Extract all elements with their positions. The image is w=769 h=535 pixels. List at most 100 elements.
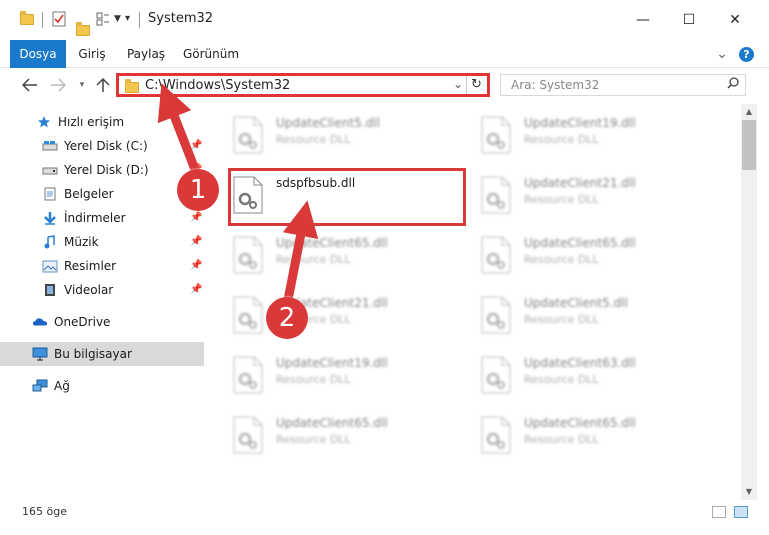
pictures-icon [42, 259, 58, 273]
sidebar-item-downloads[interactable]: İndirmeler 📌 [0, 206, 204, 230]
sidebar-item-drive-c[interactable]: Yerel Disk (C:) 📌 [0, 134, 204, 158]
vertical-scrollbar[interactable]: ▲ ▼ [741, 104, 757, 500]
documents-icon [42, 187, 58, 201]
this-pc-icon [32, 347, 48, 361]
recent-locations-icon[interactable]: ▾ [71, 74, 93, 96]
star-icon [36, 115, 52, 129]
dll-file-icon [233, 236, 263, 274]
dll-file-icon [233, 296, 263, 334]
file-type: Resource DLL [524, 373, 599, 386]
scroll-up-icon[interactable]: ▲ [741, 104, 757, 120]
file-item[interactable]: UpdateClient21.dll Resource DLL [478, 170, 698, 222]
sidebar-item-quick-access[interactable]: Hızlı erişim [0, 110, 204, 134]
sidebar-item-label: Yerel Disk (C:) [64, 139, 148, 153]
pin-icon[interactable]: 📌 [190, 140, 202, 152]
step-2-badge: 2 [266, 297, 308, 339]
ribbon-collapse-icon[interactable]: ⌄ [712, 40, 732, 68]
file-type: Resource DLL [524, 193, 599, 206]
address-bar[interactable]: C:\Windows\System32 ⌄ ↻ [116, 73, 490, 97]
file-name: UpdateClient5.dll [524, 296, 628, 310]
pin-icon[interactable]: 📌 [190, 284, 202, 296]
customize-icon[interactable] [96, 12, 110, 26]
file-item[interactable]: UpdateClient65.dll Resource DLL [478, 230, 698, 282]
file-item[interactable]: UpdateClient65.dll Resource DLL [478, 410, 698, 462]
sidebar-item-drive-d[interactable]: Yerel Disk (D:) 📌 [0, 158, 204, 182]
sidebar-item-music[interactable]: Müzik 📌 [0, 230, 204, 254]
file-item[interactable]: UpdateClient19.dll Resource DLL [478, 110, 698, 162]
close-button[interactable]: ✕ [712, 0, 758, 40]
refresh-icon[interactable]: ↻ [466, 76, 486, 94]
file-name: UpdateClient19.dll [276, 356, 388, 370]
drive-c-icon [42, 139, 58, 153]
search-box[interactable] [500, 74, 746, 96]
sidebar-item-label: Resimler [64, 259, 117, 273]
file-highlight-box [228, 168, 466, 226]
sidebar-item-label: Yerel Disk (D:) [64, 163, 149, 177]
file-item[interactable]: UpdateClient5.dll Resource DLL [230, 110, 450, 162]
chevron-down-icon[interactable]: ⌄ [453, 77, 463, 91]
sidebar-item-network[interactable]: Ağ [0, 374, 204, 398]
file-name: UpdateClient63.dll [524, 356, 636, 370]
quick-access-dropdown-icon[interactable]: ▾ [125, 13, 130, 29]
tab-giris[interactable]: Giriş [72, 40, 112, 68]
onedrive-icon [32, 315, 48, 329]
file-item[interactable]: UpdateClient21.dll Resource DLL [230, 290, 450, 342]
search-icon[interactable] [727, 77, 739, 93]
file-name: UpdateClient21.dll [524, 176, 636, 190]
pin-icon[interactable]: 📌 [190, 236, 202, 248]
maximize-icon: ☐ [682, 12, 696, 28]
minimize-button[interactable]: — [620, 0, 666, 40]
title-divider [139, 12, 140, 28]
file-name: UpdateClient65.dll [276, 236, 388, 250]
file-item[interactable]: UpdateClient65.dll Resource DLL [230, 230, 450, 282]
details-view-icon[interactable] [712, 506, 726, 518]
tab-gorunum[interactable]: Görünüm [180, 40, 242, 68]
forward-button[interactable] [47, 74, 69, 96]
dll-file-icon [481, 296, 511, 334]
ribbon-tabs: Dosya Giriş Paylaş Görünüm ⌄ ? [0, 40, 769, 68]
music-icon [42, 235, 58, 249]
scroll-thumb[interactable] [742, 120, 756, 170]
large-icons-view-icon[interactable] [734, 506, 748, 518]
file-item[interactable]: UpdateClient19.dll Resource DLL [230, 350, 450, 402]
arrow-right-icon [51, 78, 66, 92]
up-button[interactable] [92, 74, 114, 96]
file-type: Resource DLL [276, 433, 351, 446]
sidebar-item-pictures[interactable]: Resimler 📌 [0, 254, 204, 278]
file-type: Resource DLL [276, 253, 351, 266]
sidebar-item-label: Belgeler [64, 187, 114, 201]
back-button[interactable] [19, 74, 41, 96]
help-icon[interactable]: ? [739, 47, 754, 62]
sidebar-item-onedrive[interactable]: OneDrive [0, 310, 204, 334]
file-item[interactable]: UpdateClient65.dll Resource DLL [230, 410, 450, 462]
maximize-button[interactable]: ☐ [666, 0, 712, 40]
tab-dosya[interactable]: Dosya [10, 40, 66, 68]
file-type: Resource DLL [276, 373, 351, 386]
file-item[interactable]: UpdateClient63.dll Resource DLL [478, 350, 698, 402]
file-type: Resource DLL [524, 433, 599, 446]
file-type: Resource DLL [524, 133, 599, 146]
sidebar-item-documents[interactable]: Belgeler 📌 [0, 182, 204, 206]
item-count: 165 öge [22, 505, 67, 518]
dll-file-icon [233, 416, 263, 454]
scroll-down-icon[interactable]: ▼ [741, 484, 757, 500]
file-name: UpdateClient19.dll [524, 116, 636, 130]
tab-paylas[interactable]: Paylaş [122, 40, 170, 68]
sidebar-item-videos[interactable]: Videolar 📌 [0, 278, 204, 302]
file-item[interactable]: UpdateClient5.dll Resource DLL [478, 290, 698, 342]
dll-file-icon [481, 116, 511, 154]
sidebar-item-this-pc[interactable]: Bu bilgisayar [0, 342, 204, 366]
pin-icon[interactable]: 📌 [190, 260, 202, 272]
arrow-up-icon [96, 77, 110, 92]
properties-icon[interactable] [52, 11, 66, 27]
sidebar-item-label: OneDrive [54, 315, 111, 329]
dll-file-icon [481, 176, 511, 214]
pin-icon[interactable]: 📌 [190, 212, 202, 224]
chevron-down-icon[interactable]: ▼ [114, 14, 121, 30]
minimize-icon: — [636, 12, 650, 28]
new-folder-icon[interactable] [76, 22, 90, 36]
file-name: UpdateClient5.dll [276, 116, 380, 130]
toolbar-divider [42, 12, 43, 28]
search-input[interactable] [501, 75, 721, 95]
file-name: UpdateClient65.dll [524, 236, 636, 250]
